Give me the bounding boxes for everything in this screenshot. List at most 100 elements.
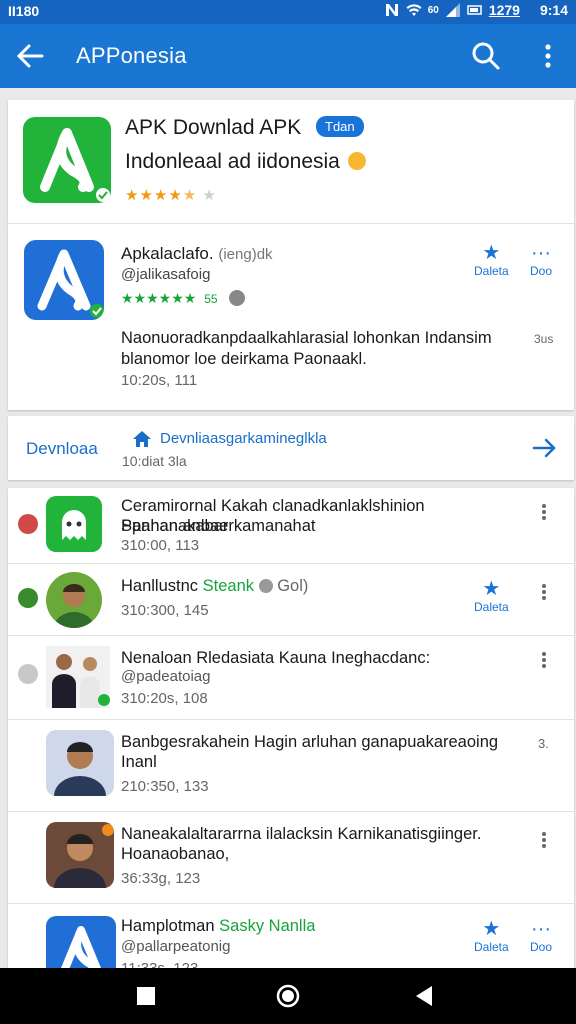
app-description: Naonuoradkanpdaalkahlarasial lohonkan In…	[121, 329, 492, 368]
more-dots-icon: ···	[531, 242, 551, 264]
list-item-title: Hamplotman Sasky Nanlla	[121, 916, 521, 936]
list-thumb	[46, 822, 114, 888]
list-item-title-2: Hoanaobanao,	[121, 845, 230, 863]
clock-icon	[229, 290, 246, 306]
app-name-text: Apkalaclafo.	[121, 244, 214, 263]
ghost-icon	[62, 510, 86, 540]
app-name: Apkalaclafo. (ieng)dk	[121, 244, 273, 264]
list-item-title: Nenaloan Rledasiata Kauna Ineghacdanc:	[121, 649, 431, 667]
person-photo-icon	[54, 824, 114, 888]
list-item-meta: 210:350, 133	[121, 778, 209, 795]
hero-card[interactable]: APK Downlad APK Tdan Indonleaal ad iidon…	[8, 100, 574, 224]
list-item[interactable]: Hamplotman Sasky Nanlla @pallarpeatonig …	[8, 904, 574, 968]
list-item-action-label[interactable]: 3.	[538, 736, 549, 751]
detail-kebab-label[interactable]: 3us	[534, 332, 553, 346]
list-item-title-green: Sasky Nanlla	[219, 917, 316, 935]
rating-stars: ★★★★★★ 55	[121, 290, 246, 307]
hero-star-rating: ★★★★★ ★	[125, 187, 217, 204]
list-item[interactable]: Ceramirornal Kakah clanadkanlaklshinion …	[8, 488, 574, 564]
more-dots-icon: ···	[531, 918, 551, 940]
star-action[interactable]: ★ Daleta	[474, 578, 509, 614]
list-item-title: Naneakalaltararrna ilalacksin Karnikanat…	[121, 825, 482, 843]
list-item-title-text: Hamplotman	[121, 917, 215, 935]
wifi-icon	[406, 4, 422, 16]
status-bar: II180 60 1279 9:14	[0, 0, 576, 24]
star-plus-icon: ★	[482, 918, 501, 940]
list-item-title-2: Panhan anbaerkamanahat	[121, 516, 521, 536]
list-item-meta: 11:33s, 123	[121, 960, 198, 968]
app-detail-logo	[24, 240, 104, 320]
app-detail-logo-icon	[37, 249, 104, 318]
list-thumb	[46, 572, 102, 628]
star-action[interactable]: ★ Daleta	[474, 918, 509, 954]
category-dot-icon	[18, 588, 38, 608]
status-icons: 60 1279 9:14	[384, 2, 568, 18]
developer-handle: @jalikasafoig	[121, 266, 211, 283]
star-plus-icon: ★	[482, 242, 501, 264]
back-triangle-icon[interactable]	[412, 984, 436, 1008]
app-name-sub: (ieng)dk	[218, 246, 273, 263]
more-action-label: Doo	[530, 264, 553, 278]
list-item[interactable]: Naneakalaltararrna ilalacksin Karnikanat…	[8, 812, 574, 904]
download-label[interactable]: Devnloaa	[26, 439, 98, 459]
carrier-text: II180	[8, 3, 40, 19]
star-action-label: Daleta	[474, 264, 509, 278]
list-item-meta: 310:300, 145	[121, 602, 209, 619]
star-action-label: Daleta	[474, 600, 509, 614]
star-action-label: Daleta	[474, 940, 509, 954]
home-icon	[133, 431, 151, 447]
nfc-icon	[385, 4, 398, 16]
list-item-meta: 36:33g, 123	[121, 870, 201, 887]
home-circle-icon[interactable]	[276, 984, 300, 1008]
app-logo-icon	[60, 926, 102, 968]
more-action[interactable]: ··· Doo	[530, 242, 552, 278]
system-nav-bar	[0, 968, 576, 1024]
list-thumb	[46, 646, 110, 708]
list-item-title-green: Steank	[202, 577, 255, 595]
search-icon[interactable]	[470, 40, 502, 72]
list-item-title: Hanllustnc Steank Gol)	[121, 576, 521, 596]
person-avatar-icon	[54, 584, 94, 628]
list-thumb	[46, 916, 116, 968]
list-item-menu-icon[interactable]	[536, 502, 552, 524]
category-dot-icon	[18, 514, 38, 534]
back-arrow-icon[interactable]	[12, 40, 48, 72]
star-action[interactable]: ★ Daleta	[474, 242, 509, 278]
app-logo	[23, 117, 111, 203]
app-detail-card[interactable]: Apkalaclafo. (ieng)dk @jalikasafoig ★★★★…	[8, 224, 574, 410]
download-bar[interactable]: Devnloaa Devnliaasgarkamineglkla 10:diat…	[8, 416, 574, 480]
overflow-menu-icon[interactable]	[536, 40, 560, 72]
list-item-title: Banbgesrakahein Hagin arluhan ganapuakar…	[121, 733, 499, 751]
download-title: Devnliaasgarkamineglkla	[160, 430, 327, 447]
rating-count: 55	[204, 292, 218, 306]
people-photo-icon	[52, 654, 110, 708]
list-item-meta: 310:00, 113	[121, 537, 200, 554]
clock: 9:14	[539, 2, 568, 18]
list-item-menu-icon[interactable]	[536, 650, 552, 672]
list-item-menu-icon[interactable]	[536, 582, 552, 604]
list-item-title-text: Hanllustnc	[121, 577, 199, 595]
category-dot-icon	[18, 664, 38, 684]
list-item-title-extra: Gol)	[277, 577, 309, 595]
list-item[interactable]: Nenaloan Rledasiata Kauna Ineghacdanc: @…	[8, 636, 574, 720]
list-item-title-2-text: Panhan anbaerkamanahat	[121, 517, 316, 535]
app-bar: APPonesia	[0, 24, 576, 88]
list-thumb	[46, 496, 102, 552]
screen: II180 60 1279 9:14 APPonesia APK Downlad…	[0, 0, 576, 1024]
hero-title: APK Downlad APK	[125, 116, 302, 139]
star-plus-icon: ★	[482, 578, 501, 600]
forward-arrow-icon[interactable]	[530, 434, 558, 462]
hero-subtitle-text: Indonleaal ad iidonesia	[125, 150, 340, 173]
signal-icon	[445, 3, 460, 17]
recents-square-icon[interactable]	[134, 984, 158, 1008]
list-item[interactable]: Hanllustnc Steank Gol) 310:300, 145 ★ Dal…	[8, 564, 574, 636]
more-action-label: Doo	[530, 940, 553, 954]
more-action[interactable]: ··· Doo	[530, 918, 552, 954]
app-title: APPonesia	[76, 43, 187, 68]
battery-icon	[467, 5, 482, 15]
list-item-title-2: Inanl	[121, 753, 157, 771]
data-label: 60	[427, 4, 439, 16]
list-item-menu-icon[interactable]	[536, 830, 552, 852]
list-item[interactable]: Banbgesrakahein Hagin arluhan ganapuakar…	[8, 720, 574, 812]
hero-subtitle: Indonleaal ad iidonesia	[125, 150, 366, 174]
